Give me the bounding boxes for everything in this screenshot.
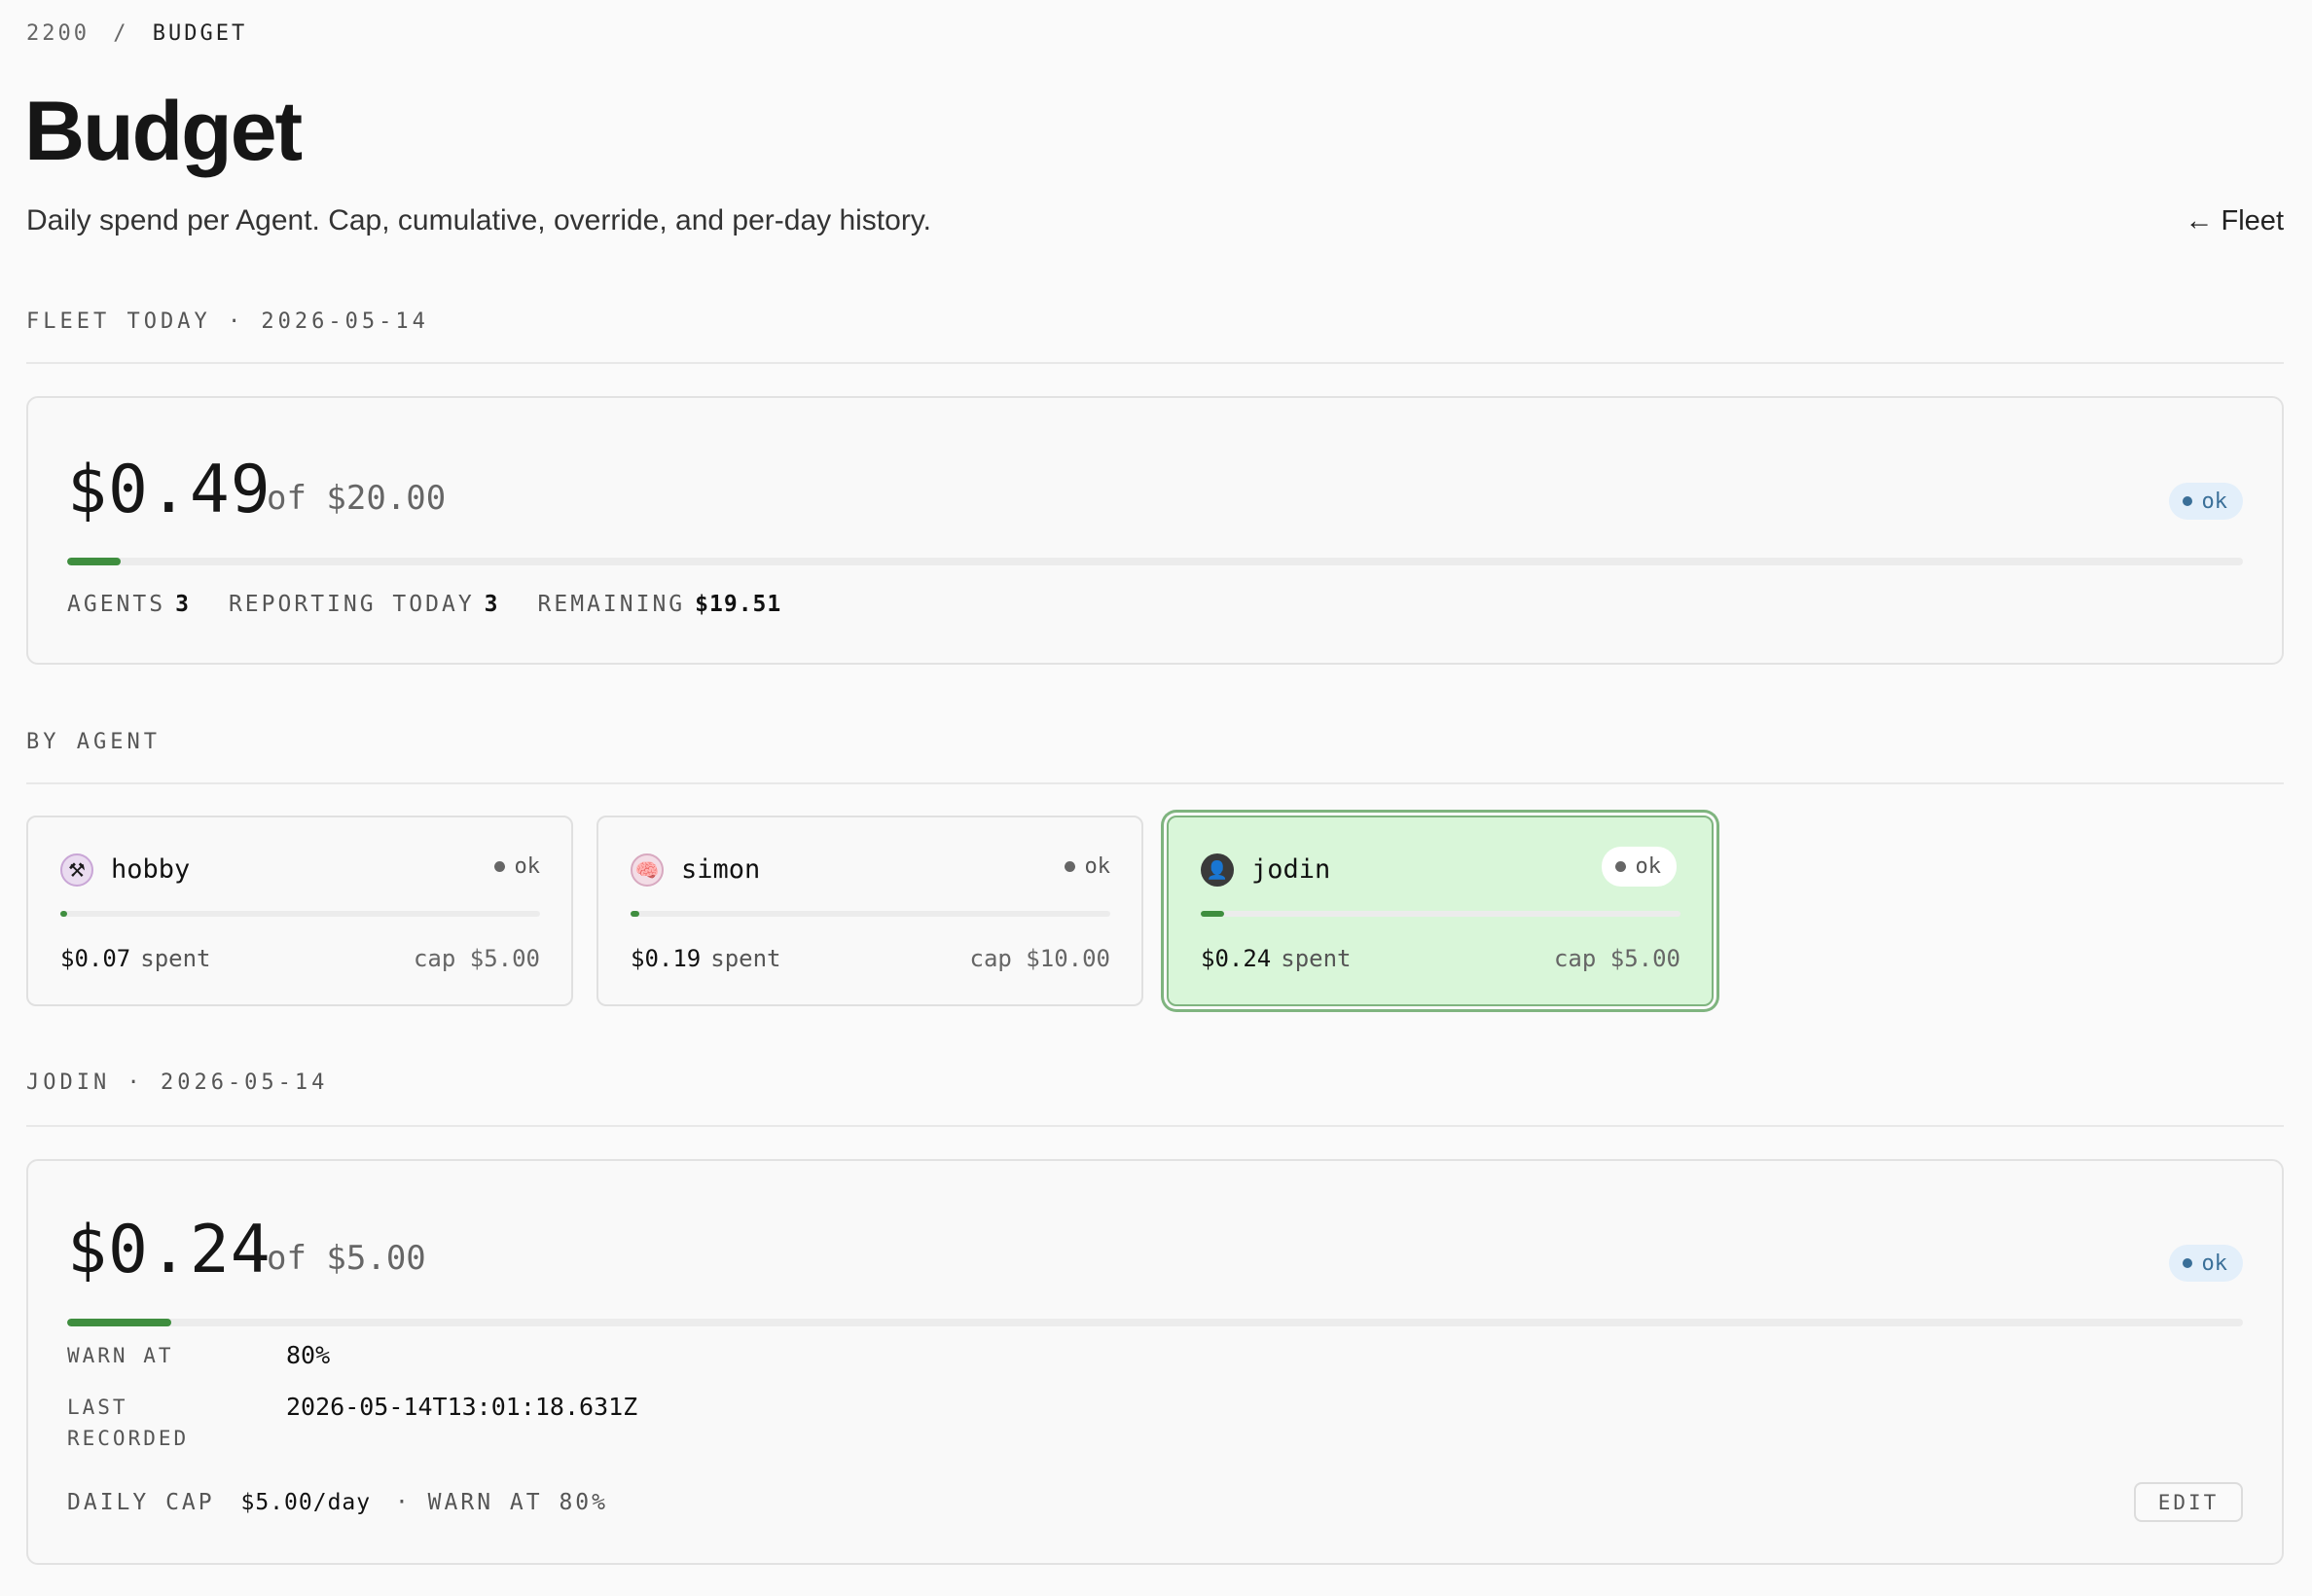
agent-spent: $0.07 spent xyxy=(60,945,211,972)
status-dot-icon xyxy=(2182,1258,2192,1268)
page-title: Budget xyxy=(24,85,303,178)
agent-progress-fill xyxy=(631,911,640,917)
agent-detail-card: $0.24 of $5.00 ok WARN AT 80% LAST RECOR… xyxy=(26,1159,2284,1565)
fleet-cap-amount: of $20.00 xyxy=(267,479,447,518)
last-recorded-value: 2026-05-14T13:01:18.631Z xyxy=(286,1393,638,1421)
agent-progress-bar xyxy=(631,911,1110,917)
fleet-section-label: FLEET TODAY · 2026-05-14 xyxy=(26,309,429,334)
warn-at-value: 80% xyxy=(286,1341,331,1369)
stat-reporting-today: REPORTING TODAY 3 xyxy=(228,592,499,617)
detail-status-text: ok xyxy=(2201,1251,2228,1276)
agent-status-badge: ok xyxy=(1601,847,1677,887)
edit-cap-button[interactable]: EDIT xyxy=(2134,1482,2243,1522)
fleet-status-badge: ok xyxy=(2168,483,2243,520)
status-dot-icon xyxy=(1064,861,1075,872)
fleet-summary-card: $0.49 of $20.00 ok AGENTS 3 REPORTING TOD… xyxy=(26,396,2284,665)
daily-cap-summary: DAILY CAP $5.00/day · WARN AT 80% xyxy=(67,1490,608,1515)
agent-status-badge: ok xyxy=(1064,854,1110,879)
breadcrumb-current: BUDGET xyxy=(152,21,248,46)
detail-progress-fill xyxy=(67,1319,172,1326)
stat-agents: AGENTS 3 xyxy=(67,592,190,617)
fleet-progress-bar xyxy=(67,558,2243,565)
fleet-stats: AGENTS 3 REPORTING TODAY 3 REMAINING $19.51 xyxy=(67,592,781,617)
status-dot-icon xyxy=(2182,496,2192,506)
person-avatar: 👤 xyxy=(1201,853,1234,887)
fleet-status-text: ok xyxy=(2201,489,2228,514)
divider xyxy=(26,782,2284,784)
breadcrumb-root[interactable]: 2200 xyxy=(26,21,90,46)
agent-cap: cap $10.00 xyxy=(969,945,1111,972)
breadcrumb: 2200 / BUDGET xyxy=(26,21,247,46)
budget-page: 2200 / BUDGET Budget Daily spend per Age… xyxy=(0,0,2312,1596)
agent-progress-fill xyxy=(60,911,67,917)
tools-icon: ⚒ xyxy=(60,853,93,887)
breadcrumb-separator: / xyxy=(113,21,129,46)
detail-section-label: JODIN · 2026-05-14 xyxy=(26,1070,329,1095)
detail-status-badge: ok xyxy=(2168,1245,2243,1282)
detail-spent-amount: $0.24 xyxy=(67,1212,271,1288)
agent-card-simon[interactable]: 🧠 simon ok $0.19 spent cap $10.00 xyxy=(596,816,1143,1006)
agent-progress-fill xyxy=(1201,911,1224,917)
agent-card-jodin[interactable]: 👤 jodin ok $0.24 spent cap $5.00 xyxy=(1167,816,1714,1006)
agent-status-badge: ok xyxy=(493,854,540,879)
divider xyxy=(26,1125,2284,1127)
agent-cap: cap $5.00 xyxy=(1553,945,1680,972)
stat-remaining: REMAINING $19.51 xyxy=(537,592,782,617)
agent-cap: cap $5.00 xyxy=(413,945,540,972)
fleet-progress-fill xyxy=(67,558,121,565)
fleet-spent-amount: $0.49 xyxy=(67,452,271,528)
brain-icon: 🧠 xyxy=(631,853,664,887)
back-to-fleet-link[interactable]: ← Fleet xyxy=(2185,205,2284,237)
last-recorded-label: LAST RECORDED xyxy=(67,1396,190,1450)
warn-at-label: WARN AT xyxy=(67,1344,174,1367)
agent-progress-bar xyxy=(1201,911,1680,917)
status-dot-icon xyxy=(493,861,505,872)
agent-spent: $0.24 spent xyxy=(1201,945,1352,972)
status-dot-icon xyxy=(1614,861,1626,872)
detail-progress-bar xyxy=(67,1319,2243,1326)
by-agent-section-label: BY AGENT xyxy=(26,730,161,754)
page-subtitle: Daily spend per Agent. Cap, cumulative, … xyxy=(26,204,931,236)
agent-name: jodin xyxy=(1251,854,1331,885)
detail-cap-amount: of $5.00 xyxy=(267,1239,426,1278)
agent-progress-bar xyxy=(60,911,540,917)
agent-name: simon xyxy=(681,854,761,885)
divider xyxy=(26,362,2284,364)
agent-spent: $0.19 spent xyxy=(631,945,781,972)
agent-card-hobby[interactable]: ⚒ hobby ok $0.07 spent cap $5.00 xyxy=(26,816,573,1006)
agent-name: hobby xyxy=(111,854,191,885)
